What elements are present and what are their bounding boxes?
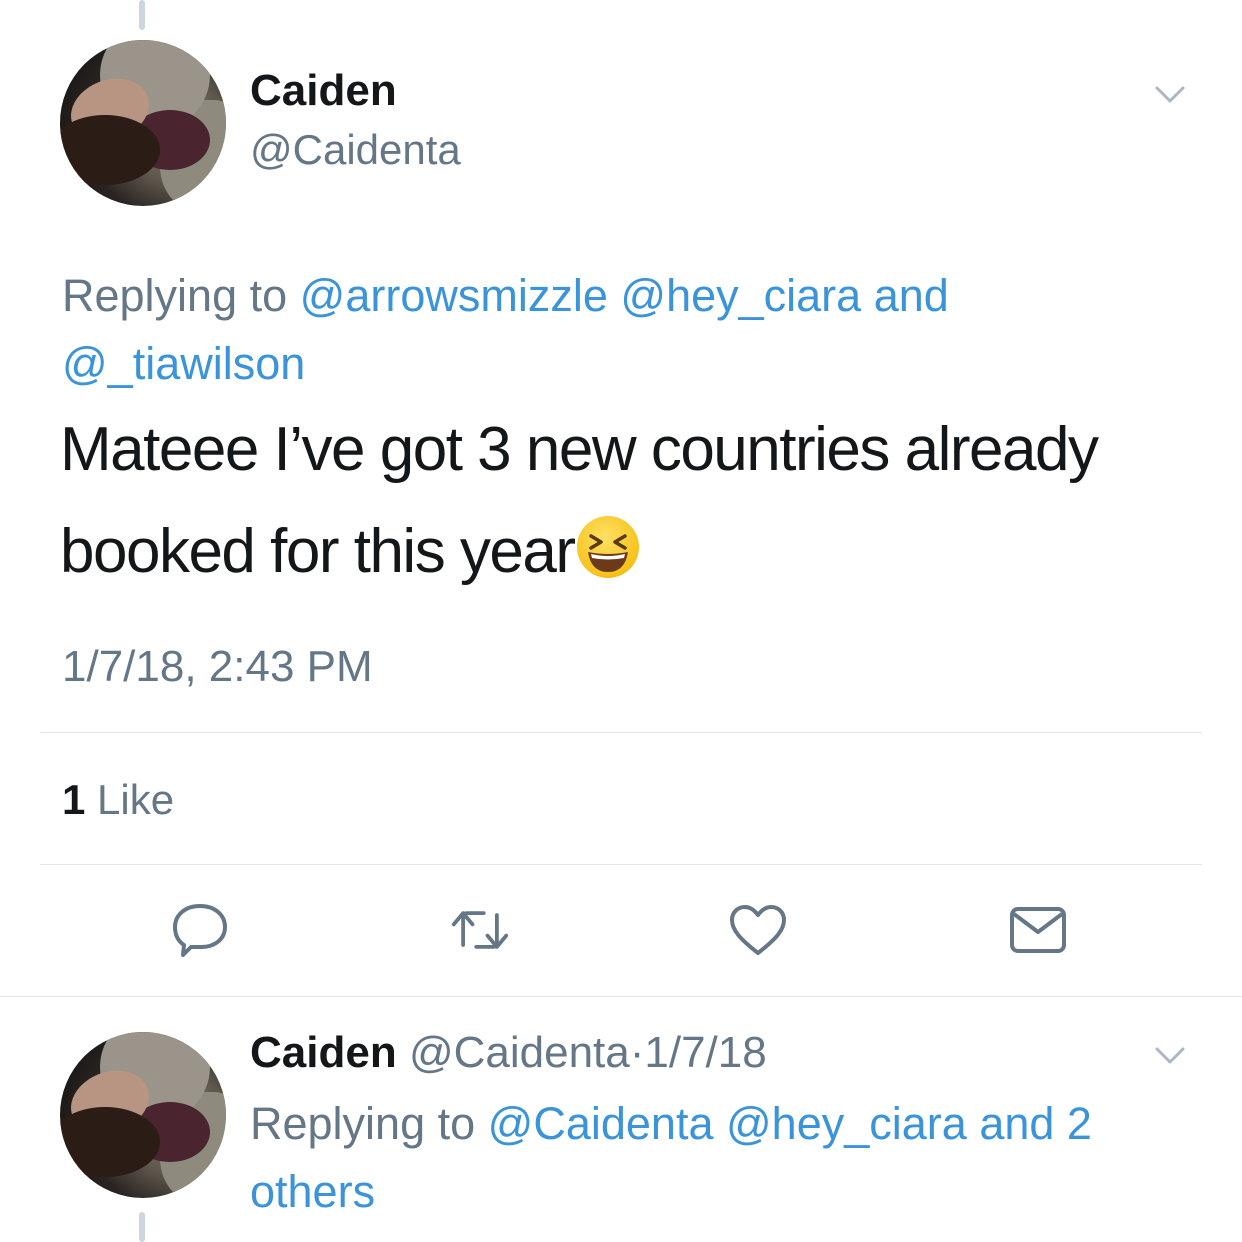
tweet-date[interactable]: 1/7/18 bbox=[644, 1028, 766, 1077]
avatar[interactable] bbox=[60, 40, 226, 206]
retweet-button[interactable] bbox=[450, 900, 510, 960]
others-link[interactable]: others bbox=[250, 1166, 375, 1218]
reply-header: Caiden @Caidenta·1/7/18 bbox=[250, 1028, 767, 1078]
envelope-icon bbox=[1010, 907, 1066, 953]
mention-link[interactable]: @arrowsmizzle bbox=[300, 270, 608, 321]
laughing-emoji-icon bbox=[576, 516, 639, 578]
author-handle[interactable]: @Caidenta bbox=[250, 126, 461, 174]
chevron-down-icon[interactable] bbox=[1155, 1047, 1185, 1065]
mention-link[interactable]: @_tiawilson bbox=[62, 338, 305, 390]
replying-and: and bbox=[873, 270, 949, 321]
heart-icon bbox=[730, 905, 786, 955]
mention-link[interactable]: @hey_ciara bbox=[726, 1098, 967, 1149]
chevron-down-icon[interactable] bbox=[1155, 86, 1185, 104]
likes-count: 1 bbox=[62, 776, 86, 823]
replying-to-label: Replying to bbox=[250, 1098, 476, 1149]
author-name[interactable]: Caiden bbox=[250, 66, 397, 116]
author-name[interactable]: Caiden bbox=[250, 1028, 397, 1077]
mention-link[interactable]: @Caidenta bbox=[488, 1098, 714, 1149]
reply-button[interactable] bbox=[170, 900, 230, 960]
author-handle[interactable]: @Caidenta bbox=[409, 1028, 630, 1077]
mention-link[interactable]: @hey_ciara bbox=[620, 270, 861, 321]
divider bbox=[40, 732, 1202, 733]
speech-bubble-icon bbox=[173, 904, 227, 957]
tweet-text-line: Mateee I’ve got 3 new countries already bbox=[60, 415, 1099, 484]
tweet-timestamp[interactable]: 1/7/18, 2:43 PM bbox=[62, 642, 373, 692]
divider bbox=[0, 996, 1242, 997]
thread-line-bottom bbox=[139, 1212, 145, 1242]
replying-to-line: Replying to @Caidenta @hey_ciara and 2 bbox=[250, 1098, 1092, 1150]
others-link[interactable]: and 2 bbox=[979, 1098, 1092, 1149]
likes-label: Like bbox=[97, 776, 175, 823]
avatar[interactable] bbox=[60, 1032, 226, 1198]
replying-to-label: Replying to bbox=[62, 270, 288, 321]
dot-separator: · bbox=[629, 1028, 645, 1077]
tweet-text-line: booked for this year bbox=[60, 516, 639, 587]
share-dm-button[interactable] bbox=[1008, 900, 1068, 960]
likes-stat[interactable]: 1 Like bbox=[62, 776, 174, 824]
tweet-text-segment: booked for this year bbox=[60, 517, 576, 586]
like-button[interactable] bbox=[728, 900, 788, 960]
divider bbox=[40, 864, 1202, 865]
thread-line-top bbox=[139, 0, 145, 30]
retweet-icon bbox=[451, 911, 509, 949]
replying-to-line: Replying to @arrowsmizzle @hey_ciara and bbox=[62, 270, 949, 322]
